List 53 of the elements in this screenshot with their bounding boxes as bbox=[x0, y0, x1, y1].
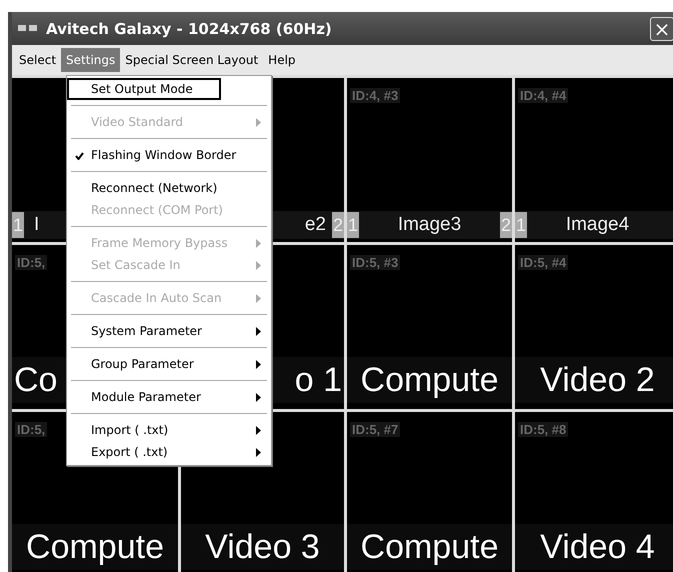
screen-tile[interactable]: ID:5, #8 Video 4 bbox=[515, 412, 673, 572]
menu-item[interactable]: Reconnect (Network) bbox=[67, 177, 271, 199]
input-badge: 1 bbox=[347, 212, 359, 238]
source-label: Video 4 bbox=[539, 528, 656, 566]
menu-title[interactable]: Select bbox=[14, 48, 62, 72]
source-label: Compute bbox=[360, 360, 500, 400]
tile-id: ID:5, #7 bbox=[350, 422, 400, 437]
source-label: o 1 bbox=[294, 360, 343, 400]
screen-tile[interactable]: ID:5, #3 Compute bbox=[347, 245, 512, 409]
tile-label: e2 bbox=[304, 214, 327, 236]
submenu-arrow-icon bbox=[256, 118, 261, 126]
menu-item[interactable]: System Parameter bbox=[67, 320, 271, 342]
screen-tile[interactable]: ID:4, #3 1 Image3 2 bbox=[347, 78, 512, 242]
source-label: Video 2 bbox=[539, 360, 656, 400]
input-badge: 2 bbox=[500, 212, 512, 238]
check-icon bbox=[75, 152, 84, 160]
menu-title[interactable]: Special Screen Layout bbox=[120, 48, 264, 72]
submenu-arrow-icon bbox=[256, 294, 261, 302]
tile-id: ID:5, bbox=[15, 422, 48, 437]
menu-title[interactable]: Settings bbox=[61, 48, 120, 72]
submenu-arrow-icon bbox=[256, 426, 261, 434]
submenu-arrow-icon bbox=[256, 360, 261, 368]
tile-id: ID:4, #3 bbox=[350, 88, 400, 103]
input-badge: 1 bbox=[515, 212, 527, 238]
tile-id: ID:5, bbox=[15, 255, 48, 270]
screen-tile[interactable]: ID:5, #7 Compute bbox=[347, 412, 512, 572]
window-title: Avitech Galaxy - 1024x768 (60Hz) bbox=[46, 20, 332, 38]
tile-label: Image3 bbox=[396, 214, 462, 236]
source-label: Compute bbox=[25, 528, 165, 566]
menu-title[interactable]: Help bbox=[263, 48, 301, 72]
menu-item[interactable]: Module Parameter bbox=[67, 386, 271, 408]
menu-item[interactable]: Set Output Mode bbox=[67, 78, 221, 100]
tile-id: ID:5, #8 bbox=[518, 422, 568, 437]
submenu-arrow-icon bbox=[256, 238, 261, 248]
source-label: Compute bbox=[360, 528, 500, 566]
submenu-arrow-icon bbox=[256, 392, 261, 402]
source-label: Video 3 bbox=[204, 528, 321, 566]
tile-id: ID:5, #3 bbox=[350, 255, 400, 270]
submenu-arrow-icon bbox=[256, 260, 261, 270]
input-badge: 1 bbox=[12, 212, 24, 238]
submenu-arrow-icon bbox=[256, 326, 261, 336]
close-button[interactable]: × bbox=[650, 16, 673, 40]
tile-id: ID:5, #4 bbox=[518, 255, 568, 270]
tile-id: ID:4, #4 bbox=[518, 88, 568, 103]
source-label: Co bbox=[13, 360, 58, 400]
screen-tile[interactable]: ID:5, #4 Video 2 bbox=[515, 245, 673, 409]
input-badge: 2 bbox=[332, 212, 344, 238]
tile-label: I bbox=[33, 214, 40, 236]
tile-label: Image4 bbox=[564, 214, 630, 236]
screen-tile[interactable]: ID:4, #4 1 Image4 bbox=[515, 78, 673, 242]
menu-item[interactable]: Flashing Window Border bbox=[67, 144, 271, 166]
menu-item[interactable]: Group Parameter bbox=[67, 353, 271, 375]
submenu-arrow-icon bbox=[256, 448, 261, 456]
